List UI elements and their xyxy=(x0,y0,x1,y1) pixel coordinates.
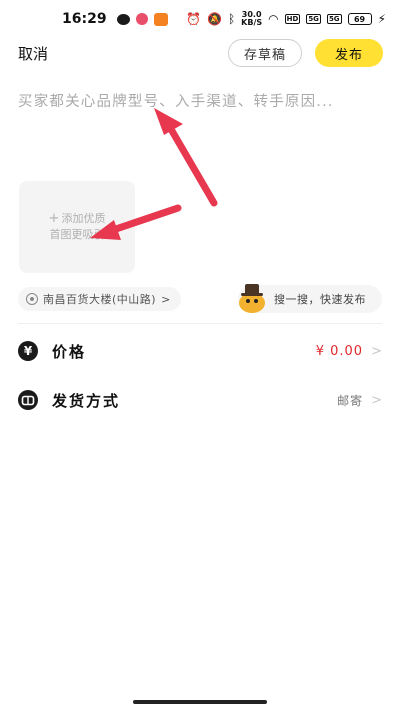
chevron-right-icon: > xyxy=(371,343,382,359)
alarm-icon: ⏰ xyxy=(186,12,202,26)
shipping-row[interactable]: 发货方式 邮寄 > xyxy=(18,385,382,415)
network-speed-unit: KB/S xyxy=(241,18,263,27)
mascot-icon xyxy=(236,283,268,315)
description-input[interactable]: 买家都关心品牌型号、入手渠道、转手原因... xyxy=(18,90,382,111)
taobao-icon xyxy=(153,12,168,26)
bluetooth-icon: ᛒ xyxy=(227,12,236,26)
wechat-icon xyxy=(116,13,130,25)
add-photo-line1: + 添加优质 xyxy=(49,211,106,227)
charging-icon: ⚡ xyxy=(377,12,386,26)
add-photo-text: 添加优质 xyxy=(61,212,106,225)
price-value: ¥ 0.00 xyxy=(315,343,364,359)
status-time: 16:29 xyxy=(62,11,107,27)
location-selector[interactable]: 南昌百货大楼(中山路) > xyxy=(18,287,181,311)
quick-publish-search[interactable]: 搜一搜，快速发布 xyxy=(236,283,382,315)
home-indicator[interactable] xyxy=(133,700,267,704)
signal-icon: 5G xyxy=(306,14,321,24)
battery-icon: 69 xyxy=(347,13,372,25)
signal-icon-2: 5G xyxy=(326,14,342,24)
system-icons: ⏰ 🔕 ᛒ 30.0 KB/S ◠ HD 5G 5G 69 ⚡ xyxy=(186,11,386,27)
publish-button[interactable]: 发布 xyxy=(315,39,383,67)
status-bar: 16:29 ⏰ 🔕 ᛒ 30.0 KB/S ◠ HD 5G 5G 69 ⚡ xyxy=(0,0,400,38)
location-label: 南昌百货大楼(中山路) xyxy=(43,293,157,306)
shipping-value: 邮寄 xyxy=(337,393,364,408)
publish-header: 取消 存草稿 发布 xyxy=(0,38,400,68)
hd-tag: HD xyxy=(284,14,301,24)
save-draft-button[interactable]: 存草稿 xyxy=(228,39,302,67)
wifi-icon: ◠ xyxy=(268,12,279,26)
chevron-right-icon: > xyxy=(371,392,382,408)
cancel-button[interactable]: 取消 xyxy=(18,43,48,64)
notification-icons xyxy=(116,12,168,26)
box-icon-svg xyxy=(21,395,35,406)
divider xyxy=(18,323,382,324)
add-photo-line2: 首图更吸引 xyxy=(49,228,105,241)
price-label: 价格 xyxy=(52,342,87,361)
price-row[interactable]: ¥ 价格 ¥ 0.00 > xyxy=(18,336,382,366)
chevron-right-icon: > xyxy=(161,292,171,306)
yen-icon: ¥ xyxy=(18,341,38,361)
quick-publish-label: 搜一搜，快速发布 xyxy=(274,293,366,306)
location-icon xyxy=(26,293,38,305)
shipping-label: 发货方式 xyxy=(52,391,121,410)
app-icon xyxy=(135,13,148,25)
network-speed: 30.0 KB/S xyxy=(241,11,262,27)
plus-icon: + xyxy=(48,211,60,226)
add-photo-button[interactable]: + 添加优质 首图更吸引 xyxy=(19,181,135,273)
shipping-icon xyxy=(18,390,38,410)
mute-icon: 🔕 xyxy=(207,12,222,26)
annotation-arrow-description xyxy=(154,108,218,207)
